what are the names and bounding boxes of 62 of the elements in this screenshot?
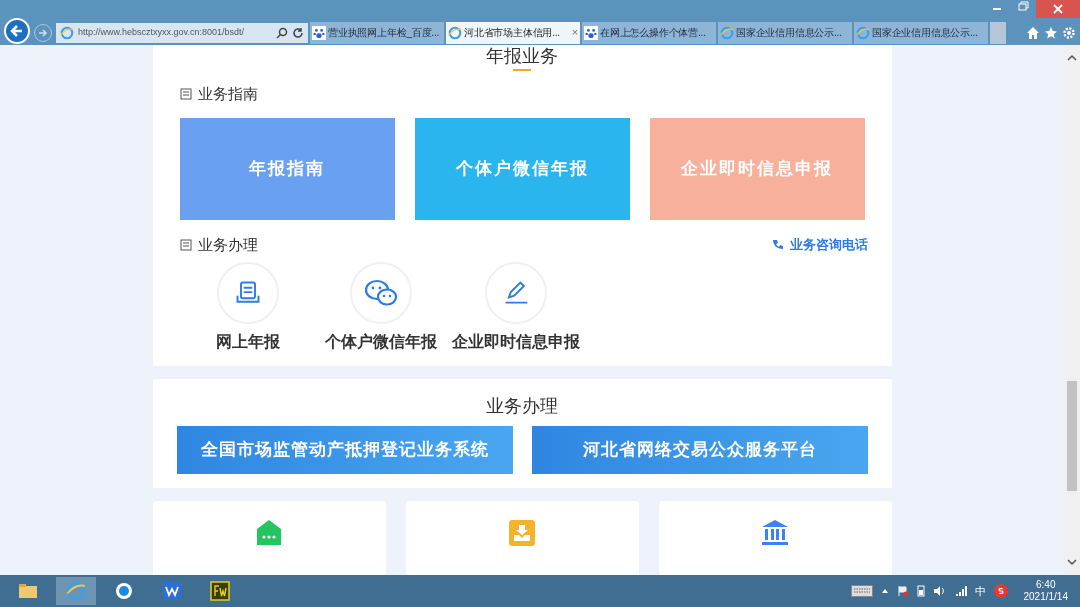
browser-logo-icon bbox=[448, 25, 462, 40]
list-icon bbox=[179, 238, 192, 251]
close-window-button[interactable] bbox=[1036, 0, 1080, 18]
flag-icon[interactable] bbox=[896, 585, 909, 597]
category-tile[interactable] bbox=[405, 501, 639, 575]
scrollbar-thumb[interactable] bbox=[1067, 381, 1077, 491]
tab-title: 国家企业信用信息公示... bbox=[872, 26, 979, 40]
section-heading: 业务办理 bbox=[197, 234, 258, 255]
browser-tab[interactable]: 营业执照网上年检_百度... bbox=[310, 21, 444, 44]
back-button[interactable] bbox=[4, 17, 30, 44]
category-tile[interactable] bbox=[658, 501, 892, 575]
section-title: 业务办理 bbox=[486, 395, 558, 418]
pencil-icon bbox=[502, 279, 530, 307]
refresh-icon[interactable] bbox=[292, 26, 304, 39]
paw-icon bbox=[312, 25, 326, 40]
tab-title: 河北省市场主体信用... bbox=[464, 26, 561, 40]
browser-tab[interactable]: 在网上怎么操作个体营... bbox=[582, 21, 716, 44]
category-tile[interactable] bbox=[152, 501, 386, 575]
clock-time[interactable]: 6:40 bbox=[1036, 579, 1056, 591]
left-arrow-icon bbox=[10, 23, 24, 38]
signal-icon[interactable] bbox=[954, 585, 967, 597]
settings-icon[interactable] bbox=[1062, 25, 1076, 40]
input-method-icon[interactable] bbox=[993, 584, 1008, 598]
tab-close-button[interactable]: × bbox=[571, 24, 578, 41]
list-icon bbox=[179, 88, 192, 101]
section-title: 年报业务 bbox=[486, 45, 558, 67]
url-text: http://www.hebscztxyxx.gov.cn:8001/bsdt/ bbox=[78, 25, 245, 39]
right-arrow-icon bbox=[38, 27, 48, 38]
paw-icon bbox=[584, 25, 598, 40]
chat-bubbles-icon bbox=[363, 277, 399, 309]
browser-logo-icon bbox=[856, 25, 870, 40]
search-icon[interactable] bbox=[276, 26, 288, 39]
keyboard-icon[interactable] bbox=[850, 585, 873, 597]
battery-icon[interactable] bbox=[916, 585, 925, 597]
browser-tab[interactable]: 国家企业信用信息公示... bbox=[718, 21, 852, 44]
home-icon[interactable] bbox=[1026, 25, 1040, 40]
tab-title: 营业执照网上年检_百度... bbox=[328, 26, 441, 40]
close-icon bbox=[1053, 4, 1063, 14]
service-label[interactable]: 网上年报 bbox=[215, 330, 280, 354]
phone-icon bbox=[771, 238, 784, 251]
browser-logo-icon bbox=[60, 25, 74, 40]
address-bar[interactable]: http://www.hebscztxyxx.gov.cn:8001/bsdt/ bbox=[56, 22, 308, 43]
browser-tab[interactable]: 河北省市场主体信用... × bbox=[446, 21, 580, 44]
service-label[interactable]: 个体户微信年报 bbox=[325, 330, 437, 354]
caret-up-icon[interactable] bbox=[880, 587, 889, 595]
hotline-link[interactable]: 业务咨询电话 bbox=[771, 235, 868, 255]
system-link-banner[interactable]: 河北省网络交易公众服务平台 bbox=[531, 426, 868, 474]
tab-title: 国家企业信用信息公示... bbox=[736, 26, 843, 40]
section-heading: 业务指南 bbox=[197, 84, 258, 104]
scrollbar[interactable] bbox=[1064, 45, 1080, 575]
clock-date[interactable]: 2021/1/14 bbox=[1023, 591, 1068, 603]
volume-icon[interactable] bbox=[932, 585, 947, 597]
scroll-down-icon[interactable] bbox=[1067, 557, 1077, 567]
input-language[interactable]: 中 bbox=[974, 582, 986, 600]
tab-title: 在网上怎么操作个体营... bbox=[600, 26, 707, 40]
service-label[interactable]: 企业即时信息申报 bbox=[452, 330, 580, 354]
star-icon[interactable] bbox=[1044, 25, 1058, 40]
scroll-up-icon[interactable] bbox=[1067, 53, 1077, 63]
browser-tab[interactable]: 国家企业信用信息公示... bbox=[854, 21, 988, 44]
browser-logo-icon bbox=[66, 581, 86, 601]
system-link-banner[interactable]: 全国市场监管动产抵押登记业务系统 bbox=[176, 426, 513, 474]
browser-logo-icon bbox=[720, 25, 734, 40]
